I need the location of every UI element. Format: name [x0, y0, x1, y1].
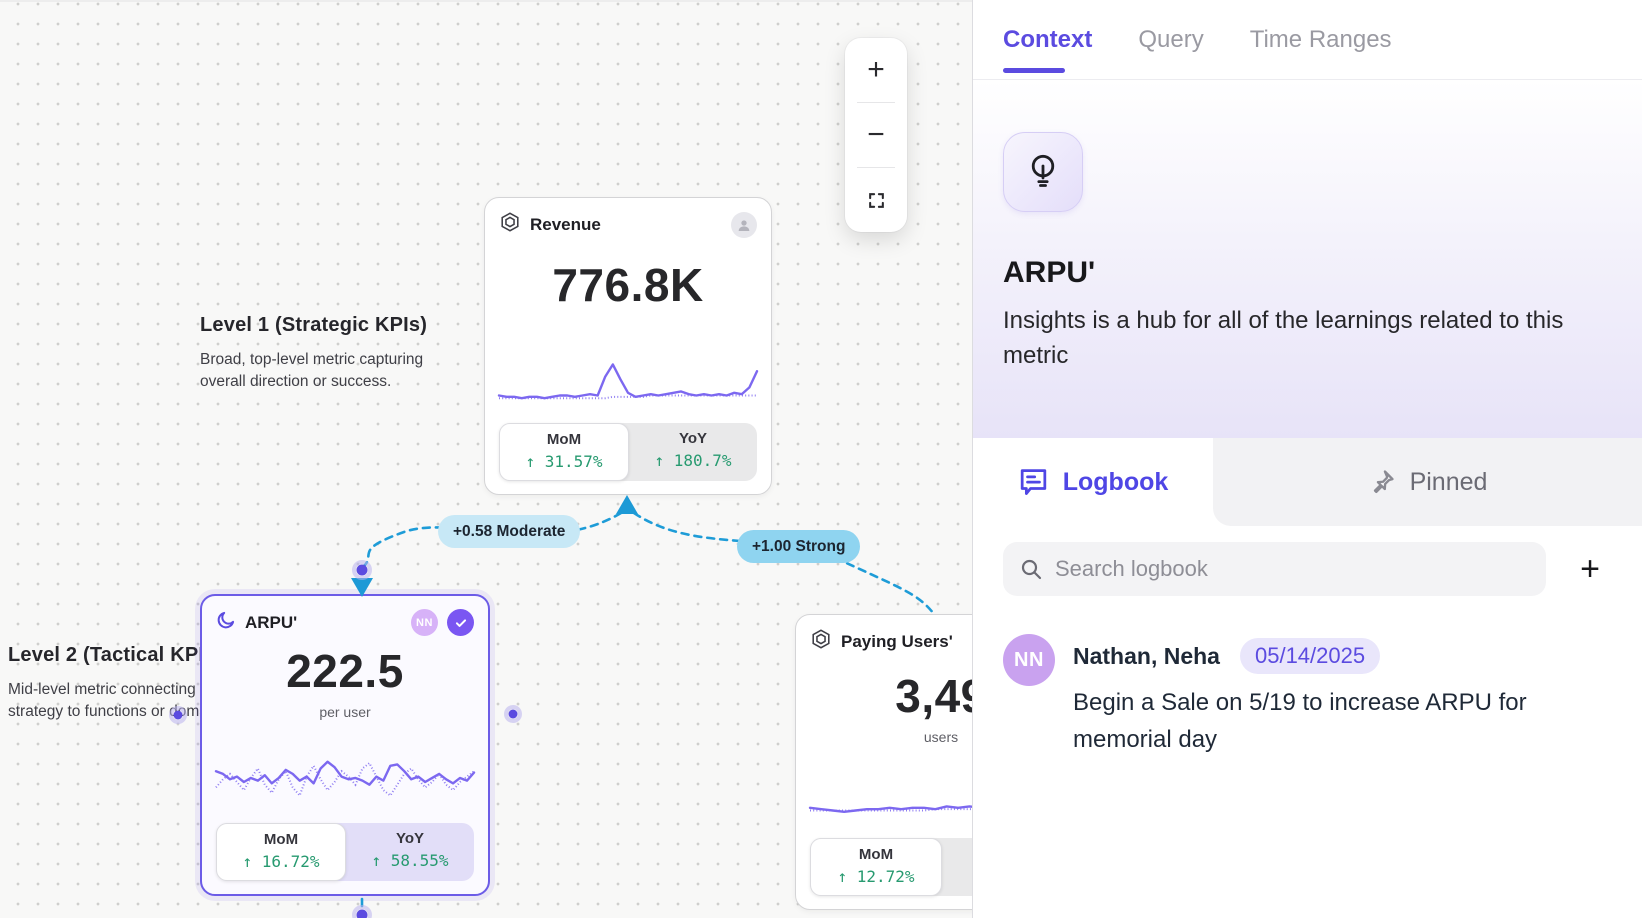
metric-name: ARPU' — [1003, 256, 1612, 290]
level1-annotation: Level 1 (Strategic KPIs) Broad, top-leve… — [200, 314, 450, 393]
tab-context[interactable]: Context — [1003, 0, 1092, 79]
yoy-stat[interactable]: YoY ↑ 58.55% — [346, 823, 474, 881]
tab-time-ranges[interactable]: Time Ranges — [1250, 0, 1392, 79]
zoom-out-button[interactable]: − — [845, 103, 907, 167]
metric-unit: per user — [216, 704, 474, 720]
avatar: NN — [1003, 634, 1055, 686]
subtab-pinned[interactable]: Pinned — [1213, 438, 1642, 526]
stat-toggle: MoM ↑ 31.57% YoY ↑ 180.7% — [499, 423, 757, 481]
stat-toggle: MoM ↑ 16.72% YoY ↑ 58.55% — [216, 823, 474, 881]
level2-description: Mid-level metric connecting strategy to … — [8, 679, 208, 723]
fullscreen-icon — [867, 191, 886, 210]
panel-tabbar: Context Query Time Ranges — [973, 0, 1642, 80]
sparkline — [216, 755, 474, 809]
hexagon-metric-icon — [499, 211, 521, 238]
mom-stat[interactable]: MoM ↑ 16.72% — [216, 823, 346, 881]
logbook-entry[interactable]: NN Nathan, Neha 05/14/2025 Begin a Sale … — [1003, 634, 1612, 758]
add-entry-button[interactable]: + — [1568, 547, 1612, 591]
active-tab-underline — [1003, 68, 1065, 73]
level1-title: Level 1 (Strategic KPIs) — [200, 314, 450, 337]
connection-handle[interactable] — [509, 710, 518, 719]
subtab-logbook[interactable]: Logbook — [973, 438, 1213, 526]
insights-tile — [1003, 132, 1083, 212]
fit-view-button[interactable] — [845, 168, 907, 232]
yoy-stat[interactable]: YoY ↑ 180.7% — [629, 423, 757, 481]
metric-card-arpu[interactable]: ARPU' NN 222.5 per user MoM ↑ 16.72% — [200, 594, 490, 896]
moon-icon — [216, 610, 236, 635]
metric-hero: ARPU' Insights is a hub for all of the l… — [973, 80, 1642, 438]
verified-badge-icon[interactable] — [447, 609, 474, 636]
connection-handle[interactable] — [357, 910, 368, 918]
card-title: Revenue — [530, 215, 601, 235]
up-arrow-icon: ↑ — [242, 852, 252, 871]
logbook-search-row: + — [1003, 542, 1612, 596]
metric-value: 776.8K — [499, 258, 757, 312]
up-arrow-icon: ↑ — [654, 451, 664, 470]
context-panel: Context Query Time Ranges ARPU' Insights… — [972, 0, 1642, 918]
up-arrow-icon: ↑ — [371, 851, 381, 870]
pin-icon — [1368, 468, 1396, 496]
metric-value: 222.5 — [216, 644, 474, 698]
lightbulb-icon — [1025, 152, 1061, 192]
card-title: Paying Users' — [841, 632, 953, 652]
logbook-pinned-tabs: Logbook Pinned — [973, 438, 1642, 526]
metric-card-revenue[interactable]: Revenue 776.8K MoM ↑ 31.57% YoY — [484, 197, 772, 495]
metric-description: Insights is a hub for all of the learnin… — [1003, 304, 1595, 374]
tab-query[interactable]: Query — [1138, 0, 1203, 79]
entry-date-chip[interactable]: 05/14/2025 — [1240, 638, 1380, 674]
logbook-icon — [1018, 467, 1049, 497]
edge-revenue-paying — [634, 513, 934, 614]
level1-description: Broad, top-level metric capturing overal… — [200, 349, 438, 393]
app: Level 1 (Strategic KPIs) Broad, top-leve… — [0, 0, 1642, 918]
canvas-zoom-controls: + − — [845, 38, 907, 232]
search-input[interactable] — [1055, 556, 1530, 582]
connection-ring — [354, 907, 370, 918]
search-box[interactable] — [1003, 542, 1546, 596]
search-icon — [1019, 557, 1043, 581]
up-arrow-icon: ↑ — [525, 452, 535, 471]
sparkline — [499, 355, 757, 409]
up-arrow-icon: ↑ — [837, 867, 847, 886]
edge-label-strong[interactable]: +1.00 Strong — [737, 530, 860, 563]
entry-text: Begin a Sale on 5/19 to increase ARPU fo… — [1073, 684, 1573, 758]
mom-stat[interactable]: MoM ↑ 31.57% — [499, 423, 629, 481]
connection-handle[interactable] — [357, 565, 368, 576]
collaborator-badge[interactable]: NN — [411, 609, 438, 636]
card-title: ARPU' — [245, 613, 297, 633]
connection-ring — [506, 707, 520, 721]
edge-label-moderate[interactable]: +0.58 Moderate — [438, 515, 580, 548]
owner-avatar-icon[interactable] — [731, 212, 757, 238]
mom-stat[interactable]: MoM ↑ 12.72% — [810, 838, 942, 896]
hexagon-metric-icon — [810, 628, 832, 655]
zoom-in-button[interactable]: + — [845, 38, 907, 102]
connection-ring — [354, 562, 370, 578]
edge-arrowhead-revenue — [616, 495, 638, 514]
metric-tree-canvas[interactable]: Level 1 (Strategic KPIs) Broad, top-leve… — [0, 0, 972, 918]
entry-author: Nathan, Neha — [1073, 643, 1220, 670]
